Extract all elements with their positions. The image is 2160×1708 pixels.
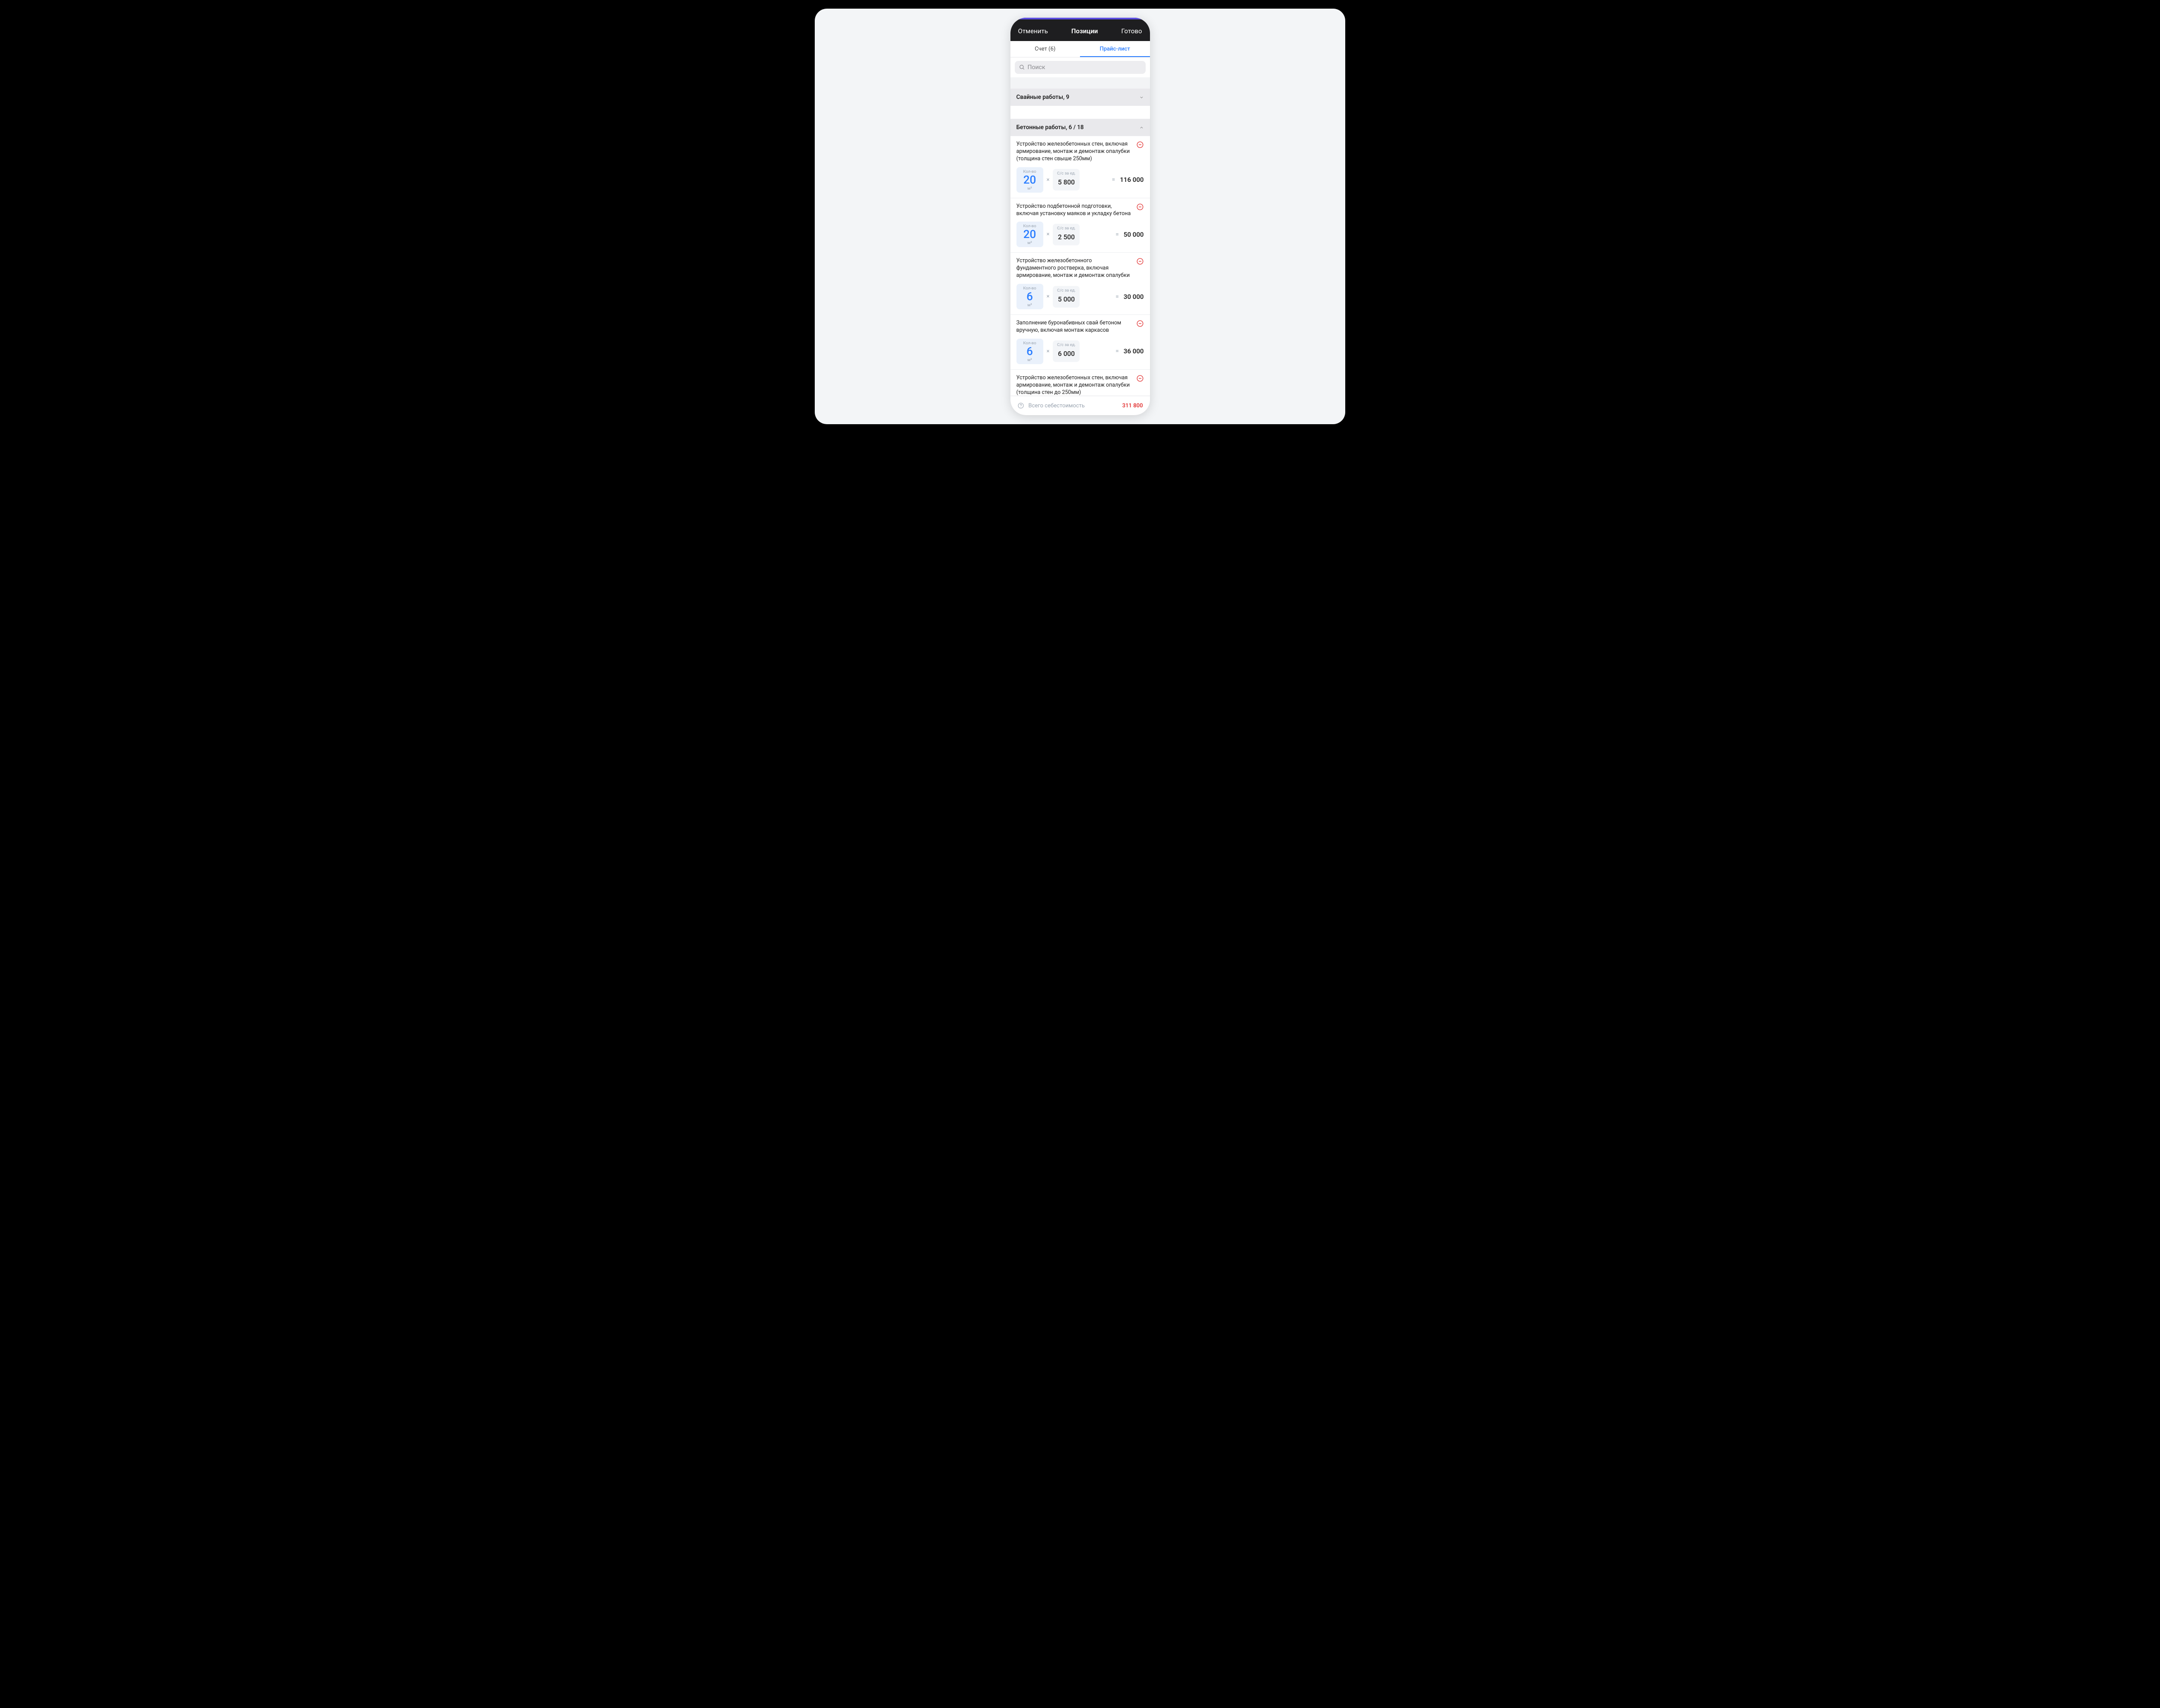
search-placeholder: Поиск <box>1028 64 1045 71</box>
qty-box[interactable]: Кол-во 6 м³ <box>1016 339 1043 364</box>
list-item: Устройство подбетонной подготовки, включ… <box>1010 198 1150 253</box>
qty-unit: м³ <box>1020 186 1040 191</box>
remove-icon <box>1136 320 1144 327</box>
qty-label: Кол-во <box>1020 169 1040 174</box>
qty-unit: м³ <box>1020 303 1040 308</box>
spacer <box>1010 77 1150 89</box>
gap <box>1010 106 1150 119</box>
item-list: Устройство железобетонных стен, включая … <box>1010 136 1150 396</box>
list-item: Устройство железобетонных стен, включая … <box>1010 370 1150 396</box>
tab-account[interactable]: Счет (6) <box>1010 41 1080 57</box>
equals-icon: = <box>1115 231 1119 238</box>
multiply-icon: × <box>1046 293 1050 300</box>
search-wrap: Поиск <box>1010 57 1150 77</box>
section-expanded[interactable]: Бетонные работы, 6 / 18 <box>1010 119 1150 136</box>
list-item: Устройство железобетонных стен, включая … <box>1010 136 1150 198</box>
remove-icon <box>1136 257 1144 265</box>
price-label: С/с за ед. <box>1056 171 1076 176</box>
multiply-icon: × <box>1046 231 1050 238</box>
price-box[interactable]: С/с за ед. 6 000 <box>1053 340 1080 362</box>
item-title: Устройство железобетонных стен, включая … <box>1016 141 1132 163</box>
remove-button[interactable] <box>1136 320 1144 327</box>
chevron-up-icon <box>1139 125 1144 130</box>
chevron-down-icon <box>1139 95 1144 100</box>
qty-box[interactable]: Кол-во 20 м³ <box>1016 167 1043 193</box>
item-title: Устройство подбетонной подготовки, включ… <box>1016 203 1132 218</box>
section-collapsed-title: Свайные работы, 9 <box>1016 94 1070 101</box>
item-title: Устройство железобетонного фундаментного… <box>1016 257 1132 279</box>
qty-value: 20 <box>1020 229 1040 240</box>
qty-box[interactable]: Кол-во 20 м³ <box>1016 222 1043 247</box>
nav-title: Позиции <box>1071 27 1098 35</box>
section-expanded-title: Бетонные работы, 6 / 18 <box>1016 124 1084 131</box>
price-label: С/с за ед. <box>1056 226 1076 231</box>
footer: Всего себестоимость 311 800 <box>1010 396 1150 415</box>
done-button[interactable]: Готово <box>1121 27 1142 35</box>
price-label: С/с за ед. <box>1056 288 1076 293</box>
footer-label: Всего себестоимость <box>1029 403 1118 409</box>
cancel-button[interactable]: Отменить <box>1018 27 1048 35</box>
qty-value: 6 <box>1020 346 1040 357</box>
footer-total: 311 800 <box>1122 403 1143 409</box>
qty-value: 6 <box>1020 291 1040 302</box>
qty-unit: м³ <box>1020 358 1040 362</box>
remove-icon <box>1136 141 1144 149</box>
qty-value: 20 <box>1020 175 1040 186</box>
price-value: 5 800 <box>1056 176 1076 189</box>
list-item: Заполнение буронабивных свай бетоном вру… <box>1010 315 1150 370</box>
item-total: 50 000 <box>1124 231 1144 238</box>
tab-pricelist[interactable]: Прайс-лист <box>1080 41 1150 57</box>
multiply-icon: × <box>1046 348 1050 355</box>
price-label: С/с за ед. <box>1056 343 1076 347</box>
item-title: Заполнение буронабивных свай бетоном вру… <box>1016 320 1132 334</box>
remove-button[interactable] <box>1136 257 1144 265</box>
list-item: Устройство железобетонного фундаментного… <box>1010 253 1150 315</box>
price-box[interactable]: С/с за ед. 5 800 <box>1053 169 1080 190</box>
remove-button[interactable] <box>1136 375 1144 382</box>
tabs: Счет (6) Прайс-лист <box>1010 41 1150 57</box>
phone-frame: Отменить Позиции Готово Счет (6) Прайс-л… <box>1010 18 1150 415</box>
price-box[interactable]: С/с за ед. 5 000 <box>1053 286 1080 308</box>
item-total: 30 000 <box>1124 293 1144 301</box>
search-icon <box>1019 64 1025 70</box>
price-value: 6 000 <box>1056 347 1076 360</box>
remove-button[interactable] <box>1136 141 1144 149</box>
price-value: 5 000 <box>1056 293 1076 306</box>
remove-icon <box>1136 203 1144 211</box>
equals-icon: = <box>1115 348 1119 355</box>
equals-icon: = <box>1115 293 1119 300</box>
search-input[interactable]: Поиск <box>1015 61 1146 74</box>
price-value: 2 500 <box>1056 231 1076 244</box>
remove-button[interactable] <box>1136 203 1144 211</box>
help-icon[interactable] <box>1017 402 1024 409</box>
qty-unit: м³ <box>1020 241 1040 245</box>
qty-box[interactable]: Кол-во 6 м³ <box>1016 284 1043 309</box>
item-total: 36 000 <box>1124 347 1144 355</box>
remove-icon <box>1136 375 1144 382</box>
price-box[interactable]: С/с за ед. 2 500 <box>1053 224 1080 245</box>
item-title: Устройство железобетонных стен, включая … <box>1016 375 1132 396</box>
stage: Отменить Позиции Готово Счет (6) Прайс-л… <box>815 9 1345 424</box>
nav-bar: Отменить Позиции Готово <box>1010 18 1150 41</box>
item-total: 116 000 <box>1120 176 1144 184</box>
equals-icon: = <box>1112 176 1115 183</box>
section-collapsed[interactable]: Свайные работы, 9 <box>1010 89 1150 106</box>
multiply-icon: × <box>1046 177 1050 183</box>
